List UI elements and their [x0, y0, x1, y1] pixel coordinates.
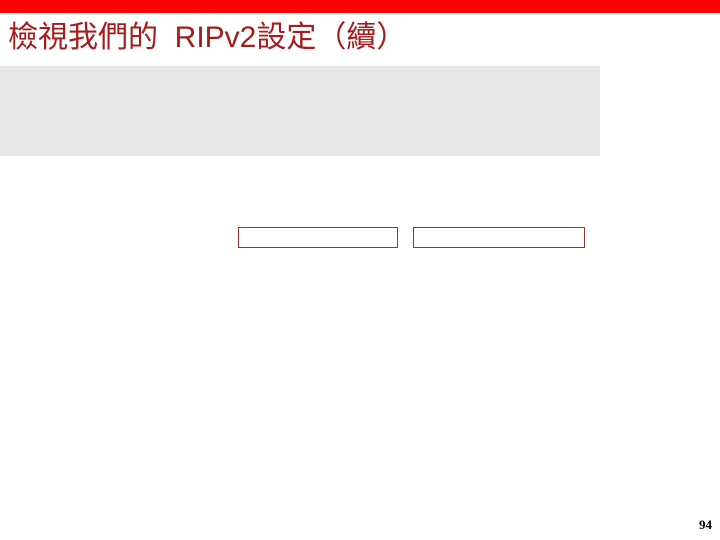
console-line-outgoing-filter: Outgoingupdatefilterlistforallinterfaces… — [44, 112, 600, 134]
callout-box-left — [238, 227, 398, 248]
console-line-routing-protocol: RoutingProtocolis"rip" — [6, 88, 600, 110]
console-line-prompt: R3#shipprotocols — [6, 66, 600, 88]
page-title: 檢視我們的 RIPv2設定（續） — [8, 21, 407, 54]
callout-box-right — [413, 227, 585, 248]
console-line-incoming-filter: Incomingupdatefilterlistforallinterfaces… — [44, 134, 600, 156]
page-number: 94 — [699, 517, 712, 532]
console-output-block: R3#shipprotocols RoutingProtocolis"rip" … — [0, 66, 600, 156]
top-accent-bar — [0, 0, 720, 13]
